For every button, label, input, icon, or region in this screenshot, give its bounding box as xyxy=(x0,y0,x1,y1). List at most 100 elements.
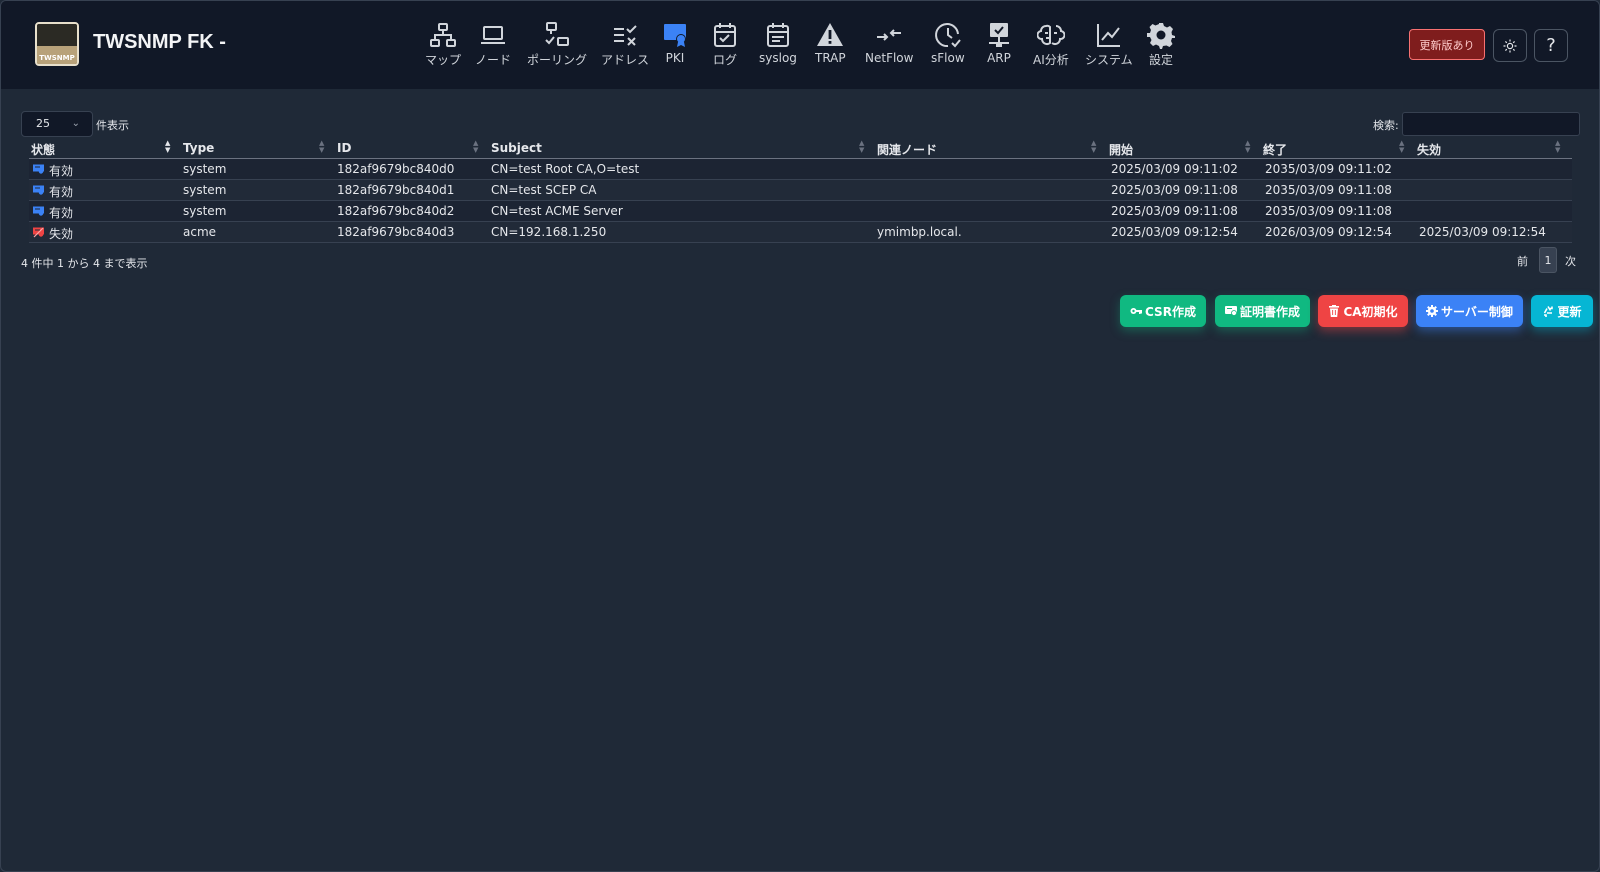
sort-icon[interactable]: ▲ ▼ xyxy=(1091,140,1096,154)
nav-item-trap[interactable]: TRAP xyxy=(815,21,846,65)
line-chart-icon xyxy=(1096,24,1120,47)
cell-start: 2025/03/09 09:11:02 xyxy=(1111,162,1238,176)
sort-icon[interactable]: ▲ ▼ xyxy=(1245,140,1250,154)
server-control-label: サーバー制御 xyxy=(1441,304,1513,319)
table-row[interactable]: 有効 system 182af9679bc840d2 CN=test ACME … xyxy=(29,201,1572,222)
nav-item-sflow[interactable]: sFlow xyxy=(931,21,965,65)
column-header-status[interactable]: 状態 xyxy=(31,141,55,158)
nav-label: ポーリング xyxy=(527,53,588,67)
cell-id: 182af9679bc840d3 xyxy=(337,225,455,239)
chevron-down-icon: ⌄ xyxy=(71,118,80,129)
nav-item-netflow[interactable]: NetFlow xyxy=(865,21,913,65)
table-info: 4 件中 1 から 4 まで表示 xyxy=(21,257,148,270)
brain-icon xyxy=(1036,24,1065,45)
sort-icon[interactable]: ▲ ▼ xyxy=(473,140,478,154)
sort-icon[interactable]: ▲ ▼ xyxy=(1555,140,1560,154)
search-label: 検索: xyxy=(1373,119,1399,132)
column-header-node[interactable]: 関連ノード xyxy=(877,141,937,158)
cell-subject: CN=192.168.1.250 xyxy=(491,225,607,239)
refresh-button[interactable]: 更新 xyxy=(1531,295,1593,327)
certificate-valid-icon xyxy=(33,206,44,216)
certificate-icon xyxy=(1224,306,1237,316)
clock-check-icon xyxy=(934,23,961,48)
nav-label: NetFlow xyxy=(865,51,914,65)
nav-item-system[interactable]: システム xyxy=(1085,21,1133,68)
nav-item-ai[interactable]: AI分析 xyxy=(1033,21,1069,68)
csr-create-label: CSR作成 xyxy=(1145,304,1196,319)
polling-icon xyxy=(545,22,569,46)
sort-desc-icon[interactable]: ▲ ▼ xyxy=(165,140,170,154)
column-header-id[interactable]: ID xyxy=(337,141,351,155)
warning-icon xyxy=(817,23,844,46)
cell-type: acme xyxy=(183,225,217,239)
csr-create-button[interactable]: CSR作成 xyxy=(1120,295,1206,327)
nav-item-pki[interactable]: PKI xyxy=(661,21,689,65)
nav-label: システム xyxy=(1085,53,1133,67)
next-page-button[interactable]: 次 xyxy=(1565,253,1576,269)
cell-end: 2035/03/09 09:11:02 xyxy=(1265,162,1392,176)
certificate-revoked-icon xyxy=(33,227,44,238)
nav-item-log[interactable]: ログ xyxy=(711,21,739,68)
column-header-end[interactable]: 終了 xyxy=(1263,141,1287,158)
cell-subject: CN=test Root CA,O=test xyxy=(491,162,640,176)
nav-item-address[interactable]: アドレス xyxy=(601,21,649,68)
nav-label: ARP xyxy=(987,51,1011,65)
nav-item-map[interactable]: マップ xyxy=(425,21,461,68)
calendar-check-icon xyxy=(714,23,736,47)
calendar-list-icon xyxy=(766,23,789,47)
cell-subject: CN=test ACME Server xyxy=(491,204,623,218)
nav-label: TRAP xyxy=(815,51,846,65)
search-input[interactable] xyxy=(1402,112,1580,136)
cell-end: 2035/03/09 09:11:08 xyxy=(1265,204,1392,218)
theme-toggle-button[interactable] xyxy=(1493,29,1527,62)
ca-init-label: CA初期化 xyxy=(1343,304,1398,319)
sort-icon[interactable]: ▲ ▼ xyxy=(319,140,324,154)
recycle-icon xyxy=(1544,306,1554,317)
cell-end: 2026/03/09 09:12:54 xyxy=(1265,225,1392,239)
cell-end: 2035/03/09 09:11:08 xyxy=(1265,183,1392,197)
column-header-start[interactable]: 開始 xyxy=(1109,141,1133,158)
certificate-create-button[interactable]: 証明書作成 xyxy=(1215,295,1310,327)
gear-icon xyxy=(1426,305,1439,317)
nav-item-settings[interactable]: 設定 xyxy=(1147,21,1175,68)
certificate-icon xyxy=(664,24,686,47)
help-button[interactable]: ? xyxy=(1534,29,1568,62)
page-size-value: 25 xyxy=(36,117,50,130)
header: TWSNMP TWSNMP FK - マップ ノード ポーリング アドレス PK… xyxy=(1,1,1599,89)
app-logo[interactable]: TWSNMP xyxy=(35,22,79,66)
cell-status: 有効 xyxy=(49,206,74,220)
sort-icon[interactable]: ▲ ▼ xyxy=(1399,140,1404,154)
nav-item-node[interactable]: ノード xyxy=(475,21,511,68)
column-header-type[interactable]: Type xyxy=(183,141,214,155)
sun-icon xyxy=(1503,39,1517,52)
trash-icon xyxy=(1329,305,1340,317)
column-header-revoked[interactable]: 失効 xyxy=(1417,141,1441,158)
table-row[interactable]: 有効 system 182af9679bc840d0 CN=test Root … xyxy=(29,159,1572,180)
nav-label: アドレス xyxy=(601,53,650,67)
column-header-subject[interactable]: Subject xyxy=(491,141,542,155)
update-available-button[interactable]: 更新版あり xyxy=(1409,29,1485,60)
current-page-button[interactable]: 1 xyxy=(1539,247,1557,273)
page-size-label: 件表示 xyxy=(96,119,129,132)
gear-icon xyxy=(1147,23,1175,49)
sort-icon[interactable]: ▲ ▼ xyxy=(859,140,864,154)
nav-label: 設定 xyxy=(1148,53,1173,67)
table-row[interactable]: 有効 system 182af9679bc840d1 CN=test SCEP … xyxy=(29,180,1572,201)
address-check-icon xyxy=(614,25,637,46)
prev-page-button[interactable]: 前 xyxy=(1517,253,1528,269)
nav-label: ログ xyxy=(712,53,737,67)
table-header: 状態 ▲ ▼ Type ▲ ▼ ID ▲ ▼ Subject ▲ ▼ 関連ノード ▲ ▼ … xyxy=(29,137,1572,159)
page-size-select[interactable]: 25 ⌄ xyxy=(21,111,93,137)
sitemap-icon xyxy=(430,23,456,47)
ca-init-button[interactable]: CA初期化 xyxy=(1318,295,1408,327)
nav-item-polling[interactable]: ポーリング xyxy=(527,21,587,68)
cell-type: system xyxy=(183,162,227,176)
nav-item-syslog[interactable]: syslog xyxy=(759,21,797,65)
cell-type: system xyxy=(183,204,227,218)
nav-item-arp[interactable]: ARP xyxy=(985,21,1013,65)
table-row[interactable]: 失効 acme 182af9679bc840d3 CN=192.168.1.25… xyxy=(29,222,1572,243)
cell-node: ymimbp.local. xyxy=(877,225,962,239)
cell-type: system xyxy=(183,183,227,197)
cell-id: 182af9679bc840d2 xyxy=(337,204,455,218)
server-control-button[interactable]: サーバー制御 xyxy=(1416,295,1523,327)
